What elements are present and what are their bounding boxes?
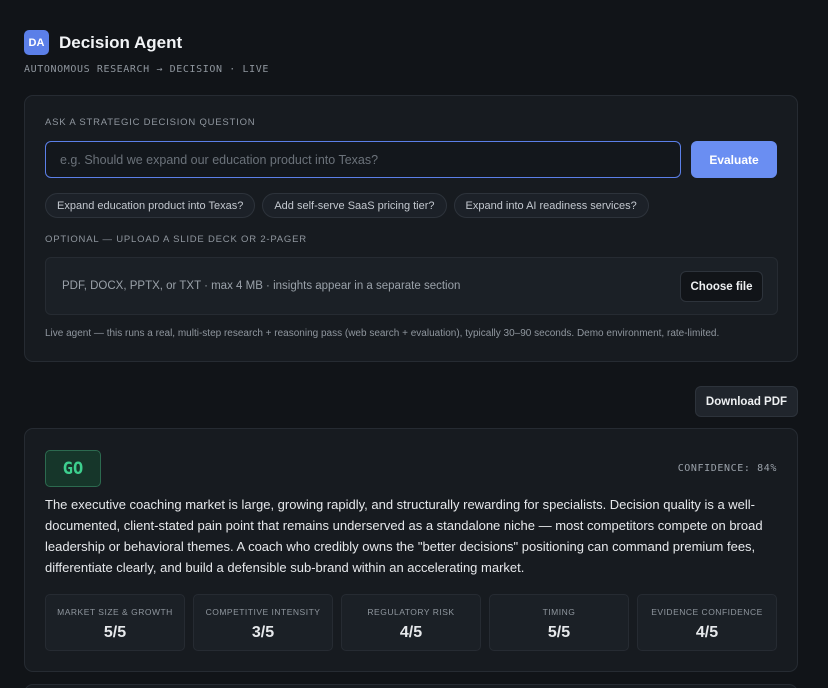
score-tile-market: MARKET SIZE & GROWTH 5/5 (45, 594, 185, 651)
suggestion-chip-ai-readiness[interactable]: Expand into AI readiness services? (453, 193, 649, 218)
app-logo: DA (24, 30, 49, 55)
score-label: EVIDENCE CONFIDENCE (651, 607, 763, 617)
result-card: GO CONFIDENCE: 84% The executive coachin… (24, 428, 798, 672)
score-label: COMPETITIVE INTENSITY (205, 607, 321, 617)
live-agent-note: Live agent — this runs a real, multi-ste… (45, 328, 720, 339)
question-label: ASK A STRATEGIC DECISION QUESTION (45, 117, 256, 128)
app-title: Decision Agent (59, 32, 183, 52)
score-label: REGULATORY RISK (367, 607, 455, 617)
score-tiles: MARKET SIZE & GROWTH 5/5 COMPETITIVE INT… (45, 594, 777, 651)
upload-dropzone[interactable]: PDF, DOCX, PPTX, or TXT · max 4 MB · ins… (45, 257, 778, 315)
app-header: DA Decision Agent AUTONOMOUS RESEARCH → … (24, 30, 269, 75)
score-value: 3/5 (251, 624, 275, 641)
choose-file-button[interactable]: Choose file (680, 271, 763, 302)
score-value: 4/5 (399, 624, 423, 641)
suggestion-chips: Expand education product into Texas? Add… (45, 193, 649, 218)
next-card-edge (24, 684, 798, 688)
score-value: 5/5 (103, 624, 127, 641)
brand: DA Decision Agent (24, 30, 269, 55)
app-subtitle: AUTONOMOUS RESEARCH → DECISION · LIVE (24, 64, 269, 75)
upload-label: OPTIONAL — UPLOAD A SLIDE DECK OR 2-PAGE… (45, 234, 307, 245)
score-value: 4/5 (695, 624, 719, 641)
score-tile-evidence: EVIDENCE CONFIDENCE 4/5 (637, 594, 777, 651)
score-tile-competition: COMPETITIVE INTENSITY 3/5 (193, 594, 333, 651)
score-tile-timing: TIMING 5/5 (489, 594, 629, 651)
ask-card: ASK A STRATEGIC DECISION QUESTION Evalua… (24, 95, 798, 362)
score-label: MARKET SIZE & GROWTH (57, 607, 173, 617)
evaluate-button[interactable]: Evaluate (691, 141, 777, 178)
suggestion-chip-texas[interactable]: Expand education product into Texas? (45, 193, 256, 218)
score-value: 5/5 (547, 624, 571, 641)
question-input[interactable] (45, 141, 681, 178)
confidence-score: CONFIDENCE: 84% (677, 463, 777, 474)
suggestion-chip-saas[interactable]: Add self-serve SaaS pricing tier? (262, 193, 447, 218)
download-pdf-button[interactable]: Download PDF (695, 386, 798, 417)
upload-hint: PDF, DOCX, PPTX, or TXT · max 4 MB · ins… (62, 280, 461, 292)
score-tile-regulatory: REGULATORY RISK 4/5 (341, 594, 481, 651)
decision-summary: The executive coaching market is large, … (45, 497, 763, 575)
score-label: TIMING (542, 607, 576, 617)
verdict-badge: GO (45, 450, 101, 487)
